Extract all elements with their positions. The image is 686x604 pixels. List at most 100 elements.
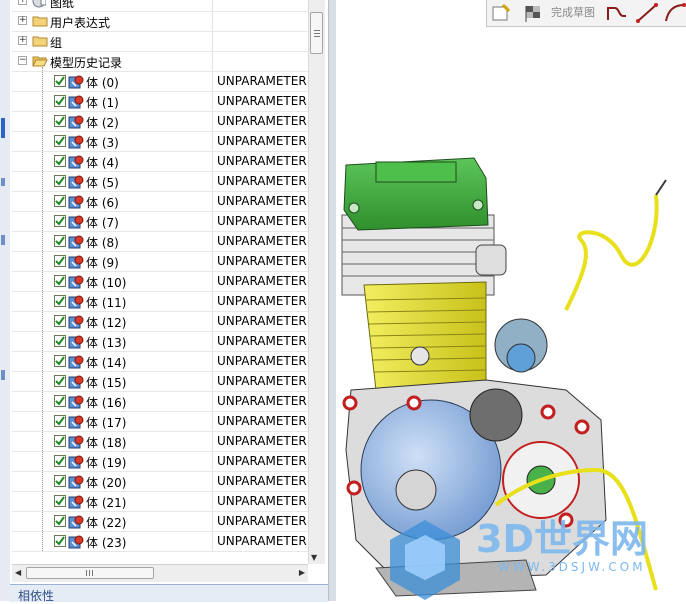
resource-tab-marker[interactable] [1, 235, 5, 245]
tree-row-body[interactable]: 体 (22) UNPARAMETER [12, 512, 308, 532]
tree-row-body[interactable]: 体 (12) UNPARAMETER [12, 312, 308, 332]
body-label: 体 (18) [86, 436, 127, 450]
visibility-checkbox[interactable] [54, 495, 66, 507]
tree-row-body[interactable]: 体 (11) UNPARAMETER [12, 292, 308, 312]
collapse-icon[interactable]: − [18, 56, 27, 65]
vertical-scrollbar[interactable]: ▼ [308, 0, 325, 564]
profile-icon[interactable] [605, 2, 629, 24]
body-label: 体 (21) [86, 496, 127, 510]
tree-row-body[interactable]: 体 (17) UNPARAMETER [12, 412, 308, 432]
scroll-down-arrow-icon[interactable]: ▼ [311, 553, 317, 562]
tree-row-body[interactable]: 体 (6) UNPARAMETER [12, 192, 308, 212]
column-divider [212, 412, 213, 432]
visibility-checkbox[interactable] [54, 515, 66, 527]
tree-row-body[interactable]: 体 (23) UNPARAMETER [12, 532, 308, 552]
tree-row-body[interactable]: 体 (9) UNPARAMETER [12, 252, 308, 272]
visibility-checkbox[interactable] [54, 355, 66, 367]
body-label: 体 (16) [86, 396, 127, 410]
expand-icon[interactable]: + [18, 36, 27, 45]
visibility-checkbox[interactable] [54, 295, 66, 307]
expand-icon[interactable]: + [18, 0, 27, 5]
visibility-checkbox[interactable] [54, 75, 66, 87]
dependencies-panel-header[interactable]: 相依性 [10, 584, 328, 603]
resource-tab-marker[interactable] [1, 178, 5, 186]
tree-row-body[interactable]: 体 (2) UNPARAMETER [12, 112, 308, 132]
body-label: 体 (4) [86, 156, 119, 170]
tree-row-body[interactable]: 体 (16) UNPARAMETER [12, 392, 308, 412]
tree-row-label: 图纸 [50, 0, 75, 10]
tree-row-body[interactable]: 体 (0) UNPARAMETER [12, 72, 308, 92]
visibility-checkbox[interactable] [54, 95, 66, 107]
sketch-icon[interactable] [491, 3, 511, 23]
visibility-checkbox[interactable] [54, 475, 66, 487]
tree-row-body[interactable]: 体 (20) UNPARAMETER [12, 472, 308, 492]
panel-splitter[interactable] [329, 0, 336, 601]
arc-icon[interactable] [663, 2, 686, 24]
body-feature-icon [68, 455, 84, 469]
visibility-checkbox[interactable] [54, 455, 66, 467]
tree-row-body[interactable]: 体 (19) UNPARAMETER [12, 452, 308, 472]
tree-row-body[interactable]: 体 (5) UNPARAMETER [12, 172, 308, 192]
body-label: 体 (1) [86, 96, 119, 110]
watermark-url: WWW.3DSJW.COM [498, 560, 646, 574]
body-label: 体 (2) [86, 116, 119, 130]
tree-row-drawing[interactable]: + 图纸 [12, 0, 308, 12]
resource-tab-marker[interactable] [1, 370, 5, 380]
column-divider [212, 272, 213, 292]
visibility-checkbox[interactable] [54, 175, 66, 187]
body-feature-icon [68, 295, 84, 309]
visibility-checkbox[interactable] [54, 215, 66, 227]
visibility-checkbox[interactable] [54, 255, 66, 267]
visibility-checkbox[interactable] [54, 375, 66, 387]
tree-row-label: 组 [50, 36, 63, 50]
body-status: UNPARAMETER [217, 414, 307, 428]
horizontal-scrollbar[interactable]: ◀ ▶ [12, 564, 308, 582]
tree-row-body[interactable]: 体 (10) UNPARAMETER [12, 272, 308, 292]
line-icon[interactable] [635, 2, 659, 24]
expand-icon[interactable]: + [18, 16, 27, 25]
tree-row-body[interactable]: 体 (7) UNPARAMETER [12, 212, 308, 232]
tree-row-body[interactable]: 体 (13) UNPARAMETER [12, 332, 308, 352]
tree-row-body[interactable]: 体 (4) UNPARAMETER [12, 152, 308, 172]
visibility-checkbox[interactable] [54, 135, 66, 147]
visibility-checkbox[interactable] [54, 275, 66, 287]
visibility-checkbox[interactable] [54, 415, 66, 427]
tree-row-body[interactable]: 体 (3) UNPARAMETER [12, 132, 308, 152]
body-label: 体 (0) [86, 76, 119, 90]
vertical-scroll-thumb[interactable] [310, 12, 323, 54]
column-divider [212, 532, 213, 552]
scroll-left-arrow-icon[interactable]: ◀ [15, 568, 21, 577]
scroll-right-arrow-icon[interactable]: ▶ [299, 568, 305, 577]
visibility-checkbox[interactable] [54, 115, 66, 127]
tree-row-user-expressions[interactable]: + 用户表达式 [12, 12, 308, 32]
visibility-checkbox[interactable] [54, 315, 66, 327]
tree-row-body[interactable]: 体 (18) UNPARAMETER [12, 432, 308, 452]
tree-row-body[interactable]: 体 (15) UNPARAMETER [12, 372, 308, 392]
visibility-checkbox[interactable] [54, 435, 66, 447]
visibility-checkbox[interactable] [54, 195, 66, 207]
tree-row-body[interactable]: 体 (14) UNPARAMETER [12, 352, 308, 372]
body-status: UNPARAMETER [217, 234, 307, 248]
tree-row-body[interactable]: 体 (21) UNPARAMETER [12, 492, 308, 512]
column-divider [212, 372, 213, 392]
horizontal-scroll-thumb[interactable] [26, 567, 154, 579]
visibility-checkbox[interactable] [54, 335, 66, 347]
tree-row-groups[interactable]: + 组 [12, 32, 308, 52]
resource-tab-marker[interactable] [1, 118, 5, 138]
tree-row-body[interactable]: 体 (8) UNPARAMETER [12, 232, 308, 252]
visibility-checkbox[interactable] [54, 535, 66, 547]
body-label: 体 (9) [86, 256, 119, 270]
visibility-checkbox[interactable] [54, 155, 66, 167]
body-status: UNPARAMETER [217, 434, 307, 448]
tree-row-model-history[interactable]: − 模型历史记录 [12, 52, 308, 72]
finish-sketch-label[interactable]: 完成草图 [551, 4, 595, 20]
visibility-checkbox[interactable] [54, 395, 66, 407]
body-feature-icon [68, 355, 84, 369]
body-feature-icon [68, 175, 84, 189]
body-label: 体 (23) [86, 536, 127, 550]
visibility-checkbox[interactable] [54, 235, 66, 247]
column-divider [212, 72, 213, 92]
tree-row-body[interactable]: 体 (1) UNPARAMETER [12, 92, 308, 112]
finish-sketch-flag-icon[interactable] [523, 3, 543, 23]
body-label: 体 (3) [86, 136, 119, 150]
